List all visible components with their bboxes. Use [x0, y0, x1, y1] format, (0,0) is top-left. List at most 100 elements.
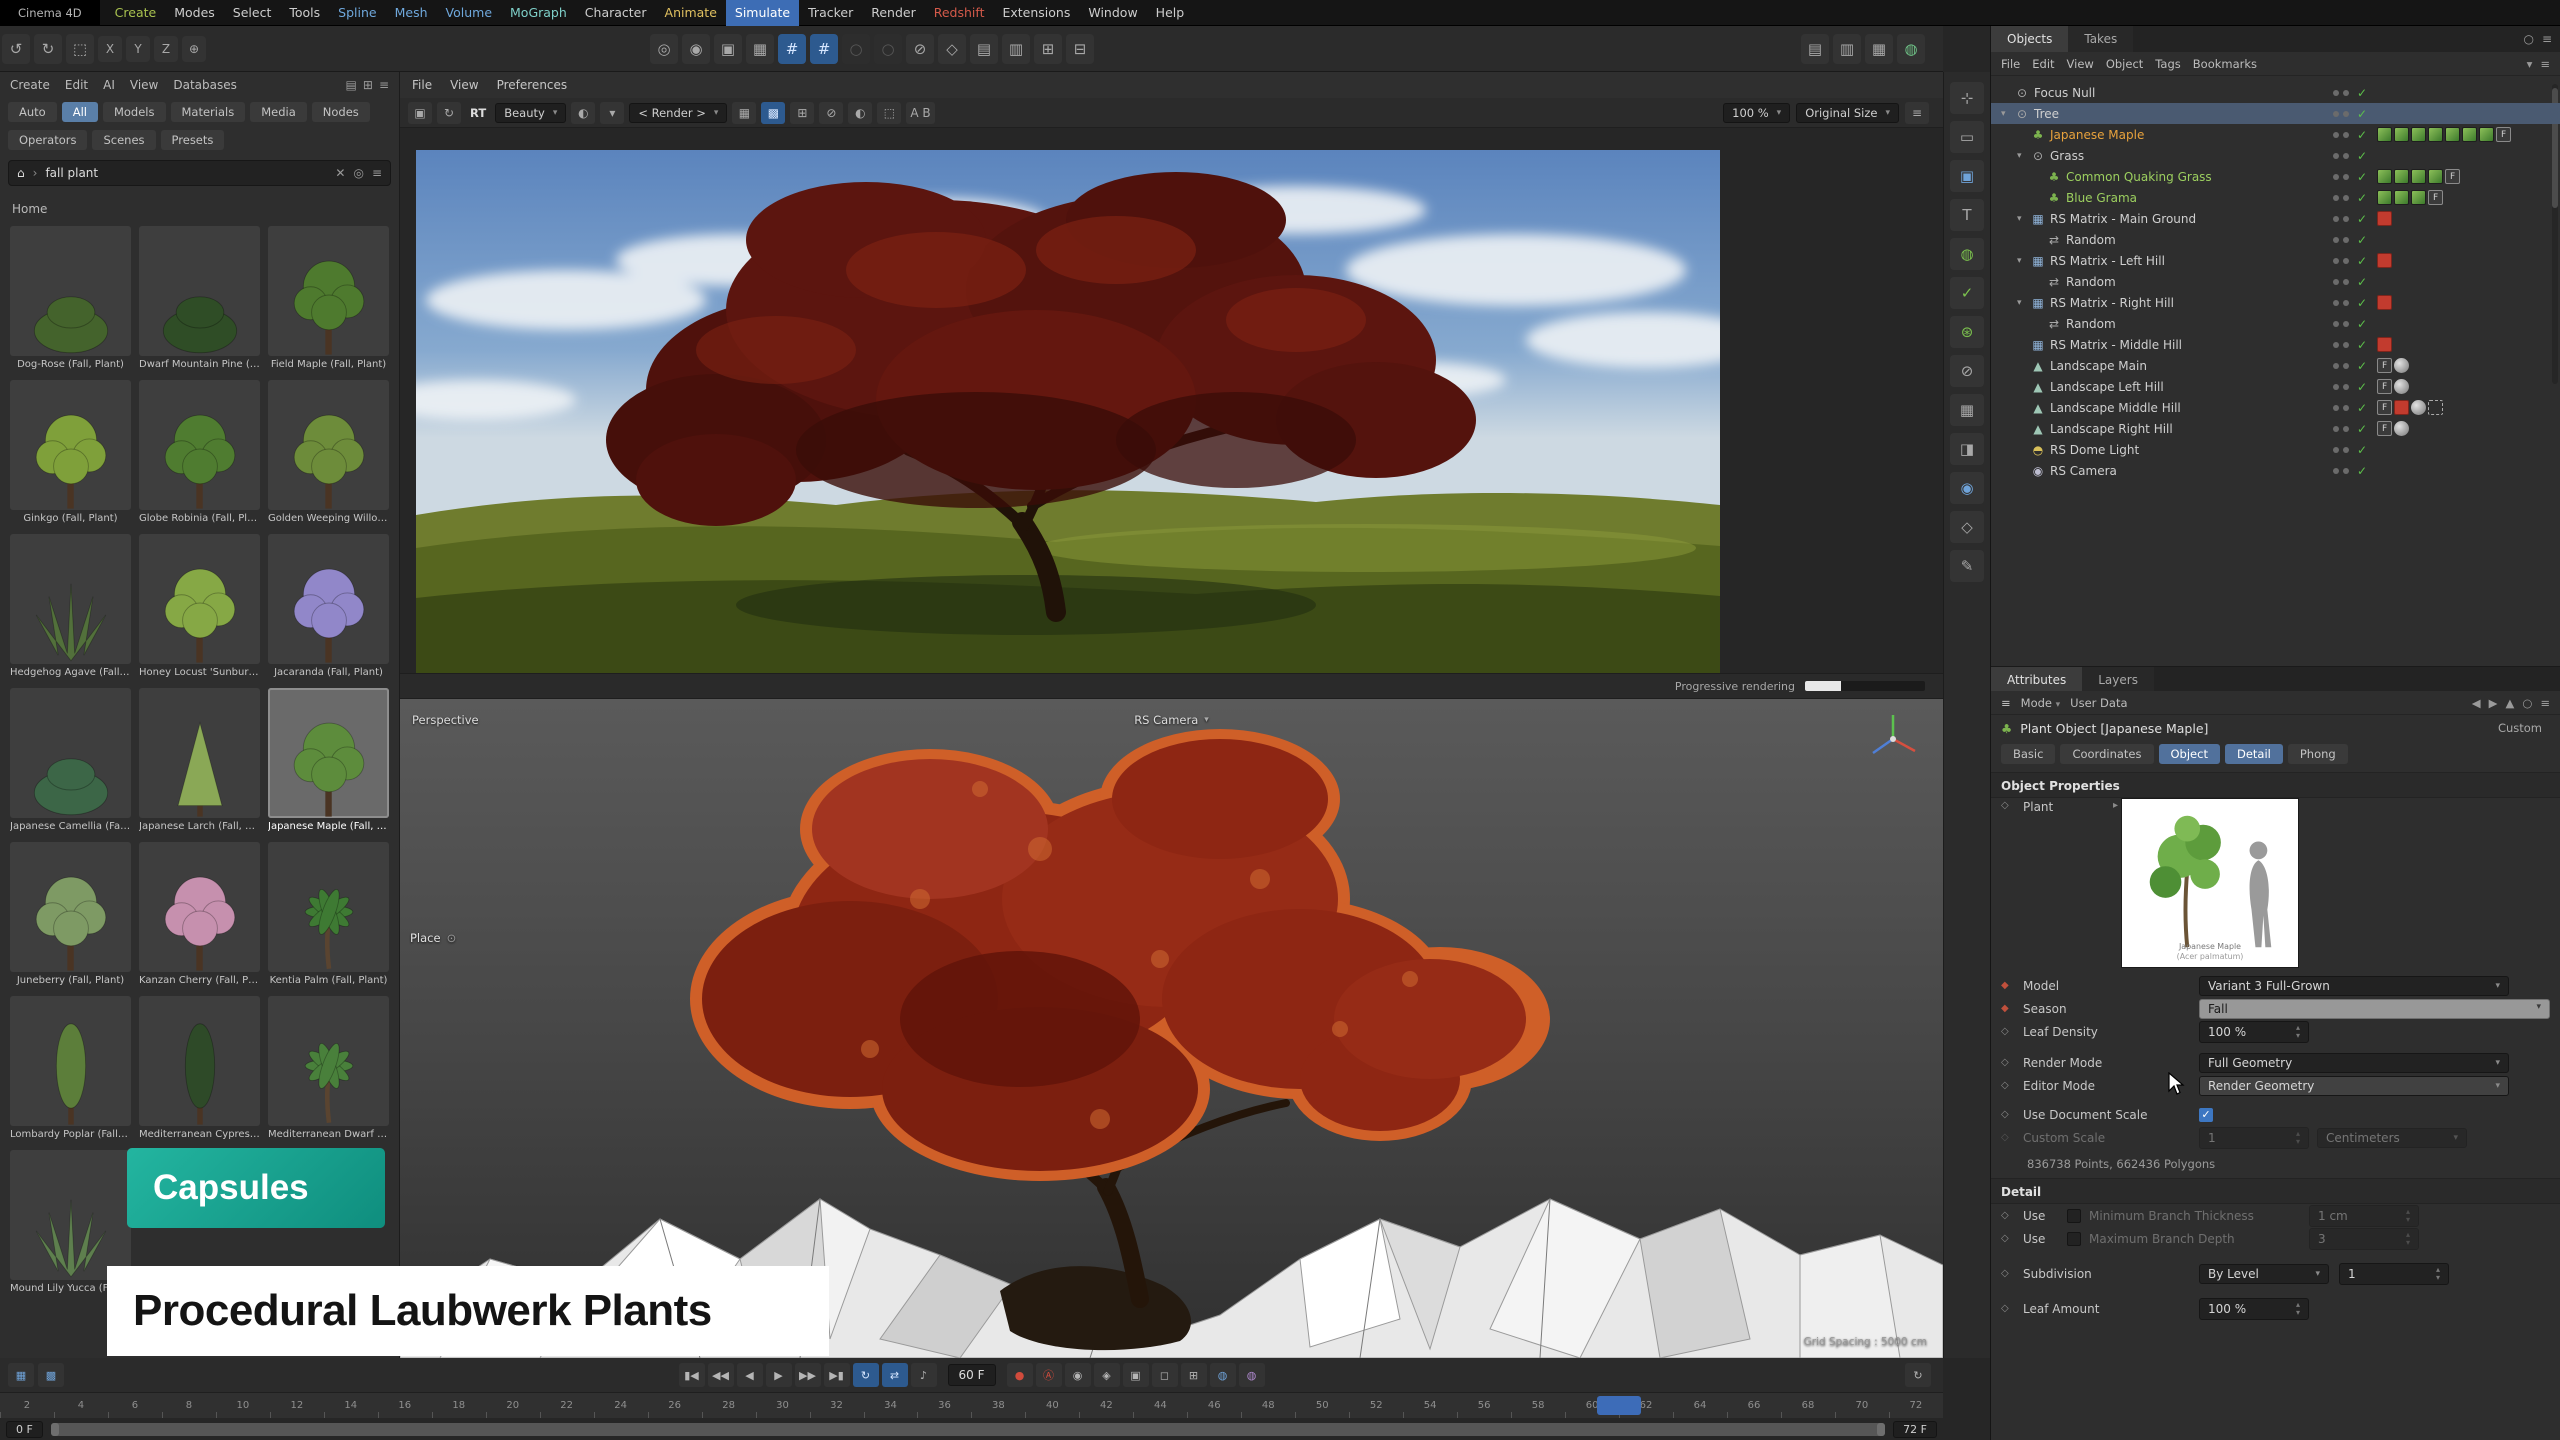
attribute-section-tab[interactable]: Basic	[2001, 744, 2055, 764]
asset-category-tab[interactable]: Presets	[161, 130, 225, 150]
render-visibility-dot[interactable]	[2343, 132, 2349, 138]
subdivision-field[interactable]: 1 ▴▾	[2339, 1263, 2449, 1285]
asset-thumbnail[interactable]	[139, 380, 260, 510]
region-render-icon[interactable]: ⊘	[819, 102, 843, 124]
asset-thumbnail[interactable]	[139, 226, 260, 356]
timeline-tick[interactable]: 12	[270, 1393, 324, 1418]
layout-monitor-icon[interactable]: ▤	[1801, 34, 1829, 64]
render-pass-dropdown[interactable]: Beauty▾	[495, 103, 566, 123]
render-visibility-dot[interactable]	[2343, 111, 2349, 117]
enabled-check-icon[interactable]: ✓	[2357, 107, 2367, 121]
crop-icon[interactable]: ⬚	[877, 102, 901, 124]
tag-chip-ph[interactable]	[2394, 421, 2409, 436]
quantize-grid-icon[interactable]: #	[810, 34, 838, 64]
editor-visibility-dot[interactable]	[2333, 321, 2339, 327]
render-visibility-dot[interactable]	[2343, 468, 2349, 474]
camera-tool-icon[interactable]: ◉	[1950, 472, 1984, 504]
snapshot-grid-icon[interactable]: ▩	[761, 102, 785, 124]
timeline-tick[interactable]: 20	[486, 1393, 540, 1418]
object-tree-row[interactable]: ▾ Grass ✓	[1991, 145, 2560, 166]
expand-arrow-icon[interactable]: ▾	[2017, 214, 2029, 224]
simulate-play-icon[interactable]: ◎	[650, 34, 678, 64]
render-visibility-dot[interactable]	[2343, 258, 2349, 264]
object-label[interactable]: RS Camera	[2050, 464, 2117, 478]
timeline-mode-icon[interactable]: ▦	[8, 1363, 34, 1387]
tag-chip-m[interactable]	[2428, 169, 2443, 184]
tag-chip-F[interactable]: F	[2445, 169, 2460, 184]
enabled-check-icon[interactable]: ✓	[2357, 254, 2367, 268]
render-visibility-dot[interactable]	[2343, 174, 2349, 180]
attr-up-icon[interactable]: ▲	[2505, 696, 2514, 710]
simulate-record-icon[interactable]: ◉	[682, 34, 710, 64]
plane-tool-icon[interactable]: ▭	[1950, 121, 1984, 153]
place-tool-label[interactable]: Place ⊙	[410, 931, 456, 945]
asset-thumbnail[interactable]	[268, 226, 389, 356]
om-path-icon[interactable]: ≡	[2540, 57, 2550, 71]
timeline-tick[interactable]: 28	[702, 1393, 756, 1418]
object-label[interactable]: RS Matrix - Middle Hill	[2050, 338, 2182, 352]
enabled-check-icon[interactable]: ✓	[2357, 170, 2367, 184]
menu-item[interactable]: Tracker	[799, 0, 862, 26]
render-output-canvas[interactable]	[416, 150, 1720, 673]
axis-gizmo[interactable]	[1865, 709, 1921, 765]
subdivision-mode-dropdown[interactable]: By Level ▾	[2199, 1264, 2329, 1284]
rt-toggle[interactable]: RT	[466, 106, 490, 120]
cube-primitive-icon[interactable]: ▣	[1950, 160, 1984, 192]
timeline-tick[interactable]: 4	[54, 1393, 108, 1418]
editor-visibility-dot[interactable]	[2333, 258, 2339, 264]
refresh-render-icon[interactable]: ↻	[437, 102, 461, 124]
asset-item[interactable]: Hedgehog Agave (Fall, Plant)	[10, 534, 131, 678]
expand-arrow-icon[interactable]: ▾	[2017, 151, 2029, 161]
asset-item[interactable]: Japanese Camellia (Fall, Plant)	[10, 688, 131, 832]
menu-item[interactable]: Render	[862, 0, 925, 26]
viewport-view-label[interactable]: Perspective	[412, 713, 479, 727]
object-label[interactable]: Landscape Main	[2050, 359, 2147, 373]
enabled-check-icon[interactable]: ✓	[2357, 212, 2367, 226]
om-menu-item[interactable]: View	[2067, 57, 2094, 71]
render-mode-key-icon[interactable]: ◇	[2001, 1057, 2023, 1068]
pixel-probe-icon[interactable]: ◐	[848, 102, 872, 124]
layout-monitor-2-icon[interactable]: ▥	[1833, 34, 1861, 64]
object-tree-row[interactable]: ▾ Random ✓	[1991, 229, 2560, 250]
render-visibility-dot[interactable]	[2343, 216, 2349, 222]
render-view-menu-item[interactable]: View	[450, 78, 478, 92]
tag-chip-m[interactable]	[2394, 169, 2409, 184]
timeline-tick[interactable]: 36	[917, 1393, 971, 1418]
viewport-camera-label[interactable]: RS Camera ▾	[1134, 713, 1209, 727]
timeline-tick[interactable]: 46	[1187, 1393, 1241, 1418]
asset-item[interactable]: Ginkgo (Fall, Plant)	[10, 380, 131, 524]
asset-thumbnail[interactable]	[268, 380, 389, 510]
render-source-dropdown[interactable]: < Render >▾	[629, 103, 727, 123]
editor-visibility-dot[interactable]	[2333, 216, 2339, 222]
asset-thumbnail[interactable]	[10, 534, 131, 664]
asset-thumbnail[interactable]	[268, 688, 389, 818]
object-label[interactable]: RS Matrix - Right Hill	[2050, 296, 2174, 310]
object-tree-row[interactable]: ▾ RS Matrix - Middle Hill ✓	[1991, 334, 2560, 355]
enabled-check-icon[interactable]: ✓	[2357, 296, 2367, 310]
menu-item[interactable]: Window	[1079, 0, 1146, 26]
object-label[interactable]: Focus Null	[2034, 86, 2095, 100]
detail-section-header[interactable]: Detail	[1991, 1178, 2560, 1204]
asset-thumbnail[interactable]	[10, 1150, 131, 1280]
object-label[interactable]: Random	[2066, 233, 2116, 247]
deformer-tool-icon[interactable]: ◇	[1950, 511, 1984, 543]
editor-visibility-dot[interactable]	[2333, 153, 2339, 159]
object-tree-row[interactable]: ▾ Random ✓	[1991, 271, 2560, 292]
tag-chip-F[interactable]: F	[2377, 358, 2392, 373]
attribute-section-tab[interactable]: Phong	[2288, 744, 2348, 764]
object-tree-row[interactable]: ▾ RS Dome Light ✓	[1991, 439, 2560, 460]
asset-thumbnail[interactable]	[10, 380, 131, 510]
editor-visibility-dot[interactable]	[2333, 300, 2339, 306]
plant-preview-thumbnail[interactable]: Japanese Maple (Acer palmatum)	[2121, 798, 2299, 968]
om-menu-item[interactable]: Tags	[2155, 57, 2180, 71]
render-settings-gear-icon[interactable]: ≡	[1905, 102, 1929, 124]
asset-item[interactable]: Honey Locust 'Sunburst' (Fall, Plant)	[139, 534, 260, 678]
grid-view-icon[interactable]: ⊞	[363, 78, 373, 92]
object-label[interactable]: Japanese Maple	[2050, 128, 2144, 142]
falloff-tool-icon[interactable]: ⊘	[1950, 355, 1984, 387]
asset-thumbnail[interactable]	[268, 842, 389, 972]
om-menu-item[interactable]: File	[2001, 57, 2020, 71]
editor-visibility-dot[interactable]	[2333, 90, 2339, 96]
asset-thumbnail[interactable]	[139, 534, 260, 664]
key-scale-button[interactable]: ▣	[1123, 1363, 1149, 1387]
